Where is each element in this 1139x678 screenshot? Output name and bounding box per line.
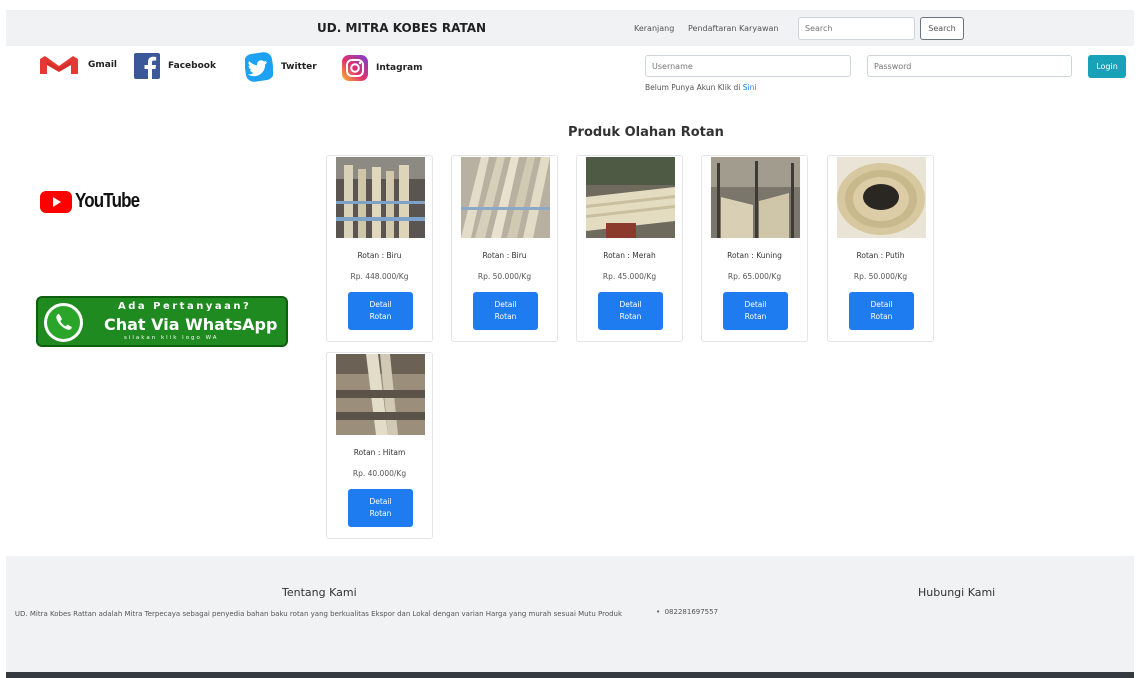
about-text: UD. Mitra Kobes Rattan adalah Mitra Terp… [14,610,623,618]
product-name: Rotan : Kuning [727,251,782,260]
whatsapp-banner[interactable]: Ada Pertanyaan? Chat Via WhatsApp silaka… [36,296,288,347]
footer: Tentang Kami UD. Mitra Kobes Rattan adal… [6,556,1134,672]
login-button[interactable]: Login [1088,55,1126,78]
product-name: Rotan : Merah [603,251,656,260]
product-image [586,157,675,238]
password-input[interactable] [867,55,1072,77]
detail-rotan-button[interactable]: Detail Rotan [348,292,413,330]
register-text: Belum Punya Akun Klik di [645,83,743,92]
product-card: Rotan : Kuning Rp. 65.000/Kg Detail Rota… [701,155,808,342]
product-card: Rotan : Putih Rp. 50.000/Kg Detail Rotan [827,155,934,342]
bullet-icon: • [656,608,665,616]
nav-link-keranjang[interactable]: Keranjang [634,24,674,33]
detail-rotan-button[interactable]: Detail Rotan [598,292,663,330]
product-card: Rotan : Biru Rp. 50.000/Kg Detail Rotan [451,155,558,342]
username-input[interactable] [645,55,851,77]
twitter-icon [245,52,273,82]
product-image [336,157,425,238]
product-image [837,157,926,238]
about-title: Tentang Kami [282,586,357,599]
facebook-icon [134,53,160,79]
detail-rotan-button[interactable]: Detail Rotan [473,292,538,330]
products-title: Produk Olahan Rotan [568,125,724,140]
register-link[interactable]: Sini [743,83,757,92]
product-card: Rotan : Merah Rp. 45.000/Kg Detail Rotan [576,155,683,342]
product-name: Rotan : Biru [357,251,402,260]
social-label-facebook: Facebook [168,61,216,71]
youtube-icon [40,190,72,213]
whatsapp-line3: silakan klik logo WA [124,335,219,341]
product-image [711,157,800,238]
brand-title[interactable]: UD. MITRA KOBES RATAN [317,21,486,35]
search-button[interactable]: Search [920,17,964,40]
product-name: Rotan : Hitam [353,448,406,457]
detail-rotan-button[interactable]: Detail Rotan [723,292,788,330]
navbar: UD. MITRA KOBES RATAN Keranjang Pendafta… [6,10,1134,46]
search-input[interactable] [798,17,915,40]
social-label-instagram: Intagram [376,63,423,73]
social-link-twitter[interactable]: Twitter [245,52,317,82]
social-link-gmail[interactable]: Gmail [38,55,117,75]
social-link-instagram[interactable]: Intagram [342,55,422,81]
product-price: Rp. 45.000/Kg [602,272,657,281]
product-price: Rp. 65.000/Kg [727,272,782,281]
product-name: Rotan : Biru [482,251,527,260]
whatsapp-line2: Chat Via WhatsApp [104,315,278,334]
product-image [336,354,425,435]
copyright-bar [6,672,1134,678]
register-prompt: Belum Punya Akun Klik di Sini [645,83,756,92]
whatsapp-line1: Ada Pertanyaan? [118,301,252,312]
detail-rotan-button[interactable]: Detail Rotan [849,292,914,330]
social-label-gmail: Gmail [88,60,118,70]
social-link-facebook[interactable]: Facebook [134,53,216,79]
product-price: Rp. 50.000/Kg [477,272,532,281]
product-name: Rotan : Putih [856,251,905,260]
whatsapp-icon[interactable] [44,303,83,342]
contact-title: Hubungi Kami [918,586,996,599]
youtube-link[interactable]: YouTube [40,190,151,213]
social-label-twitter: Twitter [281,62,317,72]
gmail-icon [40,56,78,74]
product-price: Rp. 448.000/Kg [350,272,409,281]
product-image [461,157,550,238]
contact-phone: 082281697557 [664,608,719,616]
contact-phone-item: • 082281697557 [656,608,718,616]
product-card: Rotan : Biru Rp. 448.000/Kg Detail Rotan [326,155,433,342]
detail-rotan-button[interactable]: Detail Rotan [348,489,413,527]
nav-link-pendaftaran-karyawan[interactable]: Pendaftaran Karyawan [688,24,778,33]
product-price: Rp. 40.000/Kg [352,469,407,478]
product-card: Rotan : Hitam Rp. 40.000/Kg Detail Rotan [326,352,433,539]
product-price: Rp. 50.000/Kg [853,272,908,281]
instagram-icon [342,55,368,81]
youtube-text: YouTube [75,190,140,212]
